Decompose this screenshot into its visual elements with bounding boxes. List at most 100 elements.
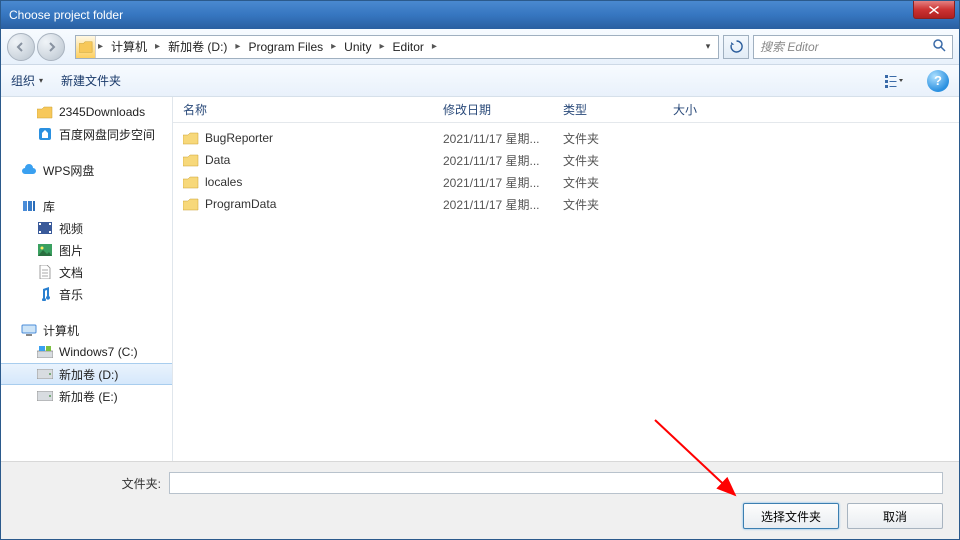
file-date: 2021/11/17 星期... bbox=[443, 174, 563, 191]
sidebar-item-drive-e[interactable]: 新加卷 (E:) bbox=[1, 385, 172, 407]
back-button[interactable] bbox=[7, 33, 35, 61]
chevron-right-icon: ▸ bbox=[96, 41, 105, 52]
sidebar-item-label: 新加卷 (E:) bbox=[59, 388, 118, 405]
sidebar[interactable]: 2345Downloads 百度网盘同步空间 WPS网盘 库 bbox=[1, 97, 173, 461]
sidebar-item-documents[interactable]: 文档 bbox=[1, 261, 172, 283]
sidebar-item-label: WPS网盘 bbox=[43, 162, 94, 179]
file-type: 文件夹 bbox=[563, 130, 673, 147]
sidebar-item-drive-c[interactable]: Windows7 (C:) bbox=[1, 341, 172, 363]
file-name: BugReporter bbox=[205, 131, 273, 145]
file-row[interactable]: ProgramData2021/11/17 星期...文件夹 bbox=[173, 193, 959, 215]
sidebar-item-label: 音乐 bbox=[59, 286, 83, 303]
picture-icon bbox=[37, 243, 53, 257]
window-title: Choose project folder bbox=[9, 8, 123, 22]
file-row[interactable]: Data2021/11/17 星期...文件夹 bbox=[173, 149, 959, 171]
sidebar-item-label: 新加卷 (D:) bbox=[59, 366, 118, 383]
file-date: 2021/11/17 星期... bbox=[443, 130, 563, 147]
chevron-right-icon: ▸ bbox=[153, 41, 162, 52]
drive-windows-icon bbox=[37, 345, 53, 359]
sidebar-item-label: 2345Downloads bbox=[59, 105, 145, 119]
file-name: locales bbox=[205, 175, 242, 189]
drive-icon bbox=[37, 367, 53, 381]
sidebar-item-library[interactable]: 库 bbox=[1, 195, 172, 217]
refresh-icon bbox=[730, 40, 743, 53]
sidebar-item-music[interactable]: 音乐 bbox=[1, 283, 172, 305]
newfolder-label: 新建文件夹 bbox=[61, 72, 121, 89]
cancel-button[interactable]: 取消 bbox=[847, 503, 943, 529]
sidebar-item-wps[interactable]: WPS网盘 bbox=[1, 159, 172, 181]
refresh-button[interactable] bbox=[723, 35, 749, 59]
help-icon: ? bbox=[934, 73, 942, 88]
column-headers[interactable]: 名称 修改日期 类型 大小 bbox=[173, 97, 959, 123]
document-icon bbox=[37, 265, 53, 279]
bottom-bar: 文件夹: 选择文件夹 取消 bbox=[1, 461, 959, 539]
sidebar-item-label: 百度网盘同步空间 bbox=[59, 126, 155, 143]
address-bar[interactable]: ▸ 计算机 ▸ 新加卷 (D:) ▸ Program Files ▸ Unity… bbox=[75, 35, 719, 59]
breadcrumb-segment[interactable]: 计算机 bbox=[105, 36, 153, 58]
file-row[interactable]: BugReporter 2021/11/17 星期...文件夹 bbox=[173, 127, 959, 149]
organize-button[interactable]: 组织 ▾ bbox=[11, 72, 43, 89]
close-button[interactable] bbox=[913, 1, 955, 19]
col-type[interactable]: 类型 bbox=[563, 101, 673, 118]
sidebar-item-baidu[interactable]: 百度网盘同步空间 bbox=[1, 123, 172, 145]
search-input[interactable]: 搜索 Editor bbox=[753, 35, 953, 59]
dialog-window: Choose project folder ▸ 计算机 ▸ 新加卷 (D:) ▸… bbox=[0, 0, 960, 540]
breadcrumb-segment[interactable]: Editor bbox=[387, 36, 430, 58]
chevron-right-icon: ▸ bbox=[430, 41, 439, 52]
file-row[interactable]: locales 2021/11/17 星期...文件夹 bbox=[173, 171, 959, 193]
arrow-right-icon bbox=[45, 41, 57, 53]
cloud-icon bbox=[21, 163, 37, 177]
sidebar-item-video[interactable]: 视频 bbox=[1, 217, 172, 239]
search-icon bbox=[933, 39, 946, 55]
music-icon bbox=[37, 287, 53, 301]
close-icon bbox=[929, 6, 939, 14]
computer-icon bbox=[21, 323, 37, 337]
body: 2345Downloads 百度网盘同步空间 WPS网盘 库 bbox=[1, 97, 959, 461]
sidebar-item-computer[interactable]: 计算机 bbox=[1, 319, 172, 341]
sidebar-item-2345downloads[interactable]: 2345Downloads bbox=[1, 101, 172, 123]
view-mode-button[interactable] bbox=[879, 70, 909, 92]
folder-icon bbox=[183, 197, 199, 211]
sidebar-item-label: 计算机 bbox=[43, 322, 79, 339]
forward-button[interactable] bbox=[37, 33, 65, 61]
sidebar-item-label: 图片 bbox=[59, 242, 83, 259]
arrow-left-icon bbox=[15, 41, 27, 53]
help-button[interactable]: ? bbox=[927, 70, 949, 92]
folder-icon bbox=[183, 131, 199, 145]
col-date[interactable]: 修改日期 bbox=[443, 101, 563, 118]
organize-label: 组织 bbox=[11, 72, 35, 89]
sidebar-item-label: 库 bbox=[43, 198, 55, 215]
folder-input[interactable] bbox=[169, 472, 943, 494]
file-type: 文件夹 bbox=[563, 174, 673, 191]
select-folder-button[interactable]: 选择文件夹 bbox=[743, 503, 839, 529]
search-placeholder: 搜索 Editor bbox=[760, 38, 819, 55]
file-name: Data bbox=[205, 153, 230, 167]
breadcrumb-segment[interactable]: 新加卷 (D:) bbox=[162, 36, 233, 58]
col-size[interactable]: 大小 bbox=[673, 101, 753, 118]
library-icon bbox=[21, 199, 37, 213]
folder-icon bbox=[183, 153, 199, 167]
file-date: 2021/11/17 星期... bbox=[443, 196, 563, 213]
folder-icon bbox=[37, 105, 53, 119]
address-dropdown[interactable]: ▾ bbox=[698, 41, 718, 52]
chevron-right-icon: ▸ bbox=[233, 41, 242, 52]
chevron-down-icon: ▾ bbox=[39, 76, 43, 85]
chevron-right-icon: ▸ bbox=[378, 41, 387, 52]
sidebar-item-label: 文档 bbox=[59, 264, 83, 281]
new-folder-button[interactable]: 新建文件夹 bbox=[61, 72, 121, 89]
breadcrumb-segment[interactable]: Unity bbox=[338, 36, 377, 58]
drive-icon bbox=[37, 389, 53, 403]
breadcrumb-segment[interactable]: Program Files bbox=[242, 36, 329, 58]
file-list[interactable]: BugReporter2021/11/17 星期...文件夹Data2021/1… bbox=[173, 123, 959, 461]
titlebar[interactable]: Choose project folder bbox=[1, 1, 959, 29]
file-name: ProgramData bbox=[205, 197, 276, 211]
folder-icon bbox=[76, 36, 96, 58]
view-icon bbox=[885, 74, 903, 88]
nav-row: ▸ 计算机 ▸ 新加卷 (D:) ▸ Program Files ▸ Unity… bbox=[1, 29, 959, 65]
file-type: 文件夹 bbox=[563, 152, 673, 169]
toolbar: 组织 ▾ 新建文件夹 ? bbox=[1, 65, 959, 97]
folder-label: 文件夹: bbox=[101, 475, 161, 492]
col-name[interactable]: 名称 bbox=[183, 101, 443, 118]
sidebar-item-pictures[interactable]: 图片 bbox=[1, 239, 172, 261]
sidebar-item-drive-d[interactable]: 新加卷 (D:) bbox=[1, 363, 172, 385]
